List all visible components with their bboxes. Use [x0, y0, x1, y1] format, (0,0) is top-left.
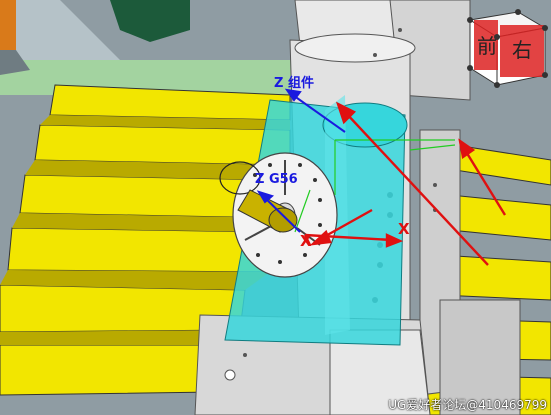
x-axis-label-2: X — [398, 220, 410, 238]
watermark-text: UG爱好者论坛@410469799 — [388, 398, 547, 412]
x-axis-label-1: X — [300, 232, 312, 250]
cad-3d-scene[interactable] — [0, 0, 551, 415]
z-g56-label: Z G56 — [255, 172, 298, 187]
view-cube-right-face[interactable]: 右 — [512, 34, 532, 63]
orange-bracket — [0, 0, 16, 50]
z-component-label: Z 组件 — [274, 76, 314, 91]
graphics-viewport[interactable]: Z 组件 Z G56 X X 前 右 UG爱好者论坛@410469799 — [0, 0, 551, 415]
view-cube-front-face[interactable]: 前 — [477, 30, 497, 59]
